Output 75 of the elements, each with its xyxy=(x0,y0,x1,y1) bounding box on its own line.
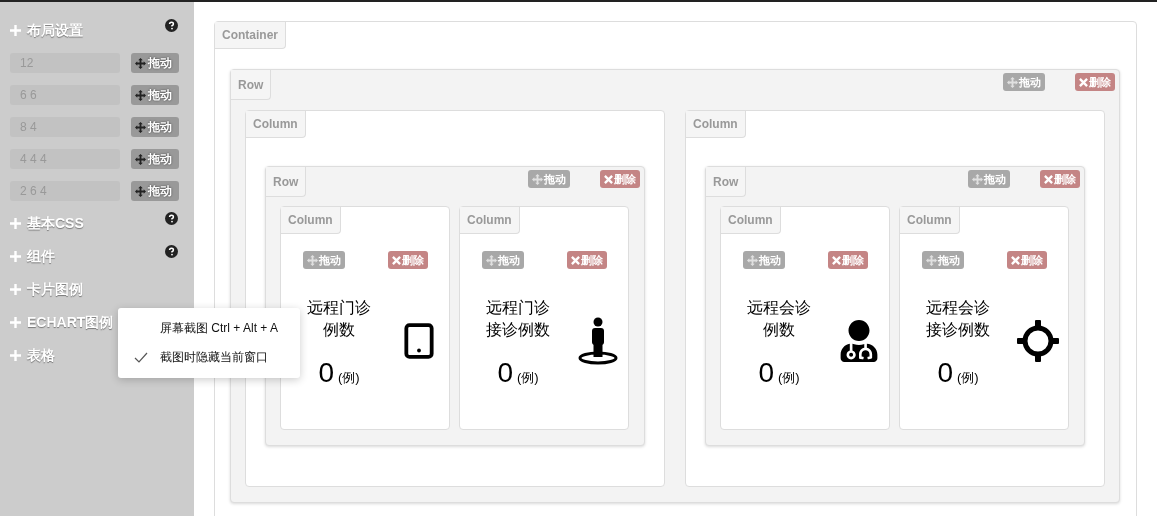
move-icon xyxy=(135,89,146,101)
count-unit: (例) xyxy=(956,369,979,387)
menu-item[interactable]: 截图时隐藏当前窗口 xyxy=(118,343,300,372)
row-label: Row xyxy=(266,167,307,197)
close-icon xyxy=(570,255,580,265)
close-icon xyxy=(1079,77,1088,87)
plus-icon xyxy=(10,317,21,328)
menu-item[interactable]: 屏幕截图 Ctrl + Alt + A xyxy=(118,314,300,343)
plus-icon xyxy=(10,284,21,295)
count-value: 0 xyxy=(758,357,774,389)
drag-button[interactable]: 拖动 xyxy=(528,170,570,188)
drag-button[interactable]: 拖动 xyxy=(131,85,179,105)
row-label: Row xyxy=(231,70,272,100)
column-label: Column xyxy=(281,207,341,234)
move-icon xyxy=(485,254,497,266)
plus-icon xyxy=(10,218,21,229)
move-icon xyxy=(135,185,146,197)
crosshair-icon xyxy=(1016,319,1060,363)
delete-button[interactable]: 删除 xyxy=(1075,73,1115,91)
move-icon xyxy=(972,173,983,185)
container-label: Container xyxy=(215,22,286,49)
person-on-ring-icon xyxy=(578,317,618,365)
move-icon xyxy=(925,254,937,266)
count-value: 0 xyxy=(937,357,953,389)
section-title[interactable]: 组件 xyxy=(27,247,165,266)
count-unit: (例) xyxy=(777,369,800,387)
plus-icon xyxy=(10,350,21,361)
move-icon xyxy=(135,153,146,165)
move-icon xyxy=(1007,76,1018,88)
move-icon xyxy=(532,173,543,185)
column-label: Column xyxy=(246,111,306,138)
drag-button[interactable]: 拖动 xyxy=(742,251,785,269)
drag-button[interactable]: 拖动 xyxy=(481,251,524,269)
plus-icon xyxy=(10,25,21,36)
delete-button[interactable]: 删除 xyxy=(566,251,607,269)
drag-button[interactable]: 拖动 xyxy=(131,53,179,73)
close-icon xyxy=(604,174,613,184)
drag-button[interactable]: 拖动 xyxy=(131,181,179,201)
drag-button[interactable]: 拖动 xyxy=(968,170,1010,188)
help-icon[interactable] xyxy=(165,19,178,32)
move-icon xyxy=(135,57,146,69)
delete-button[interactable]: 删除 xyxy=(600,170,640,188)
count-value: 0 xyxy=(497,357,513,389)
plus-icon xyxy=(10,251,21,262)
move-icon xyxy=(746,254,758,266)
drag-button[interactable]: 拖动 xyxy=(131,149,179,169)
drag-button[interactable]: 拖动 xyxy=(302,251,345,269)
doctor-icon xyxy=(838,320,880,362)
move-icon xyxy=(135,121,146,133)
close-icon xyxy=(1010,255,1020,265)
column-label: Column xyxy=(686,111,746,138)
close-icon xyxy=(391,255,401,265)
delete-button[interactable]: 删除 xyxy=(1006,251,1047,269)
card-title: 远程门诊接诊例数 xyxy=(485,298,551,340)
card-title: 远程会诊例数 xyxy=(746,298,812,340)
count-value: 0 xyxy=(318,357,334,389)
drag-button[interactable]: 拖动 xyxy=(131,117,179,137)
delete-button[interactable]: 删除 xyxy=(387,251,428,269)
count-unit: (例) xyxy=(516,369,539,387)
close-icon xyxy=(831,255,841,265)
card-title: 远程会诊接诊例数 xyxy=(925,298,991,340)
column-label: Column xyxy=(900,207,960,234)
drag-button[interactable]: 拖动 xyxy=(921,251,964,269)
delete-button[interactable]: 删除 xyxy=(827,251,868,269)
help-icon[interactable] xyxy=(165,212,178,225)
row-label: Row xyxy=(706,167,747,197)
count-unit: (例) xyxy=(337,369,360,387)
delete-button[interactable]: 删除 xyxy=(1040,170,1080,188)
move-icon xyxy=(306,254,318,266)
card-title: 远程门诊例数 xyxy=(306,298,372,340)
close-icon xyxy=(1044,174,1053,184)
column-label: Column xyxy=(460,207,520,234)
help-icon[interactable] xyxy=(165,245,178,258)
drag-button[interactable]: 拖动 xyxy=(1003,73,1045,91)
column-label: Column xyxy=(721,207,781,234)
